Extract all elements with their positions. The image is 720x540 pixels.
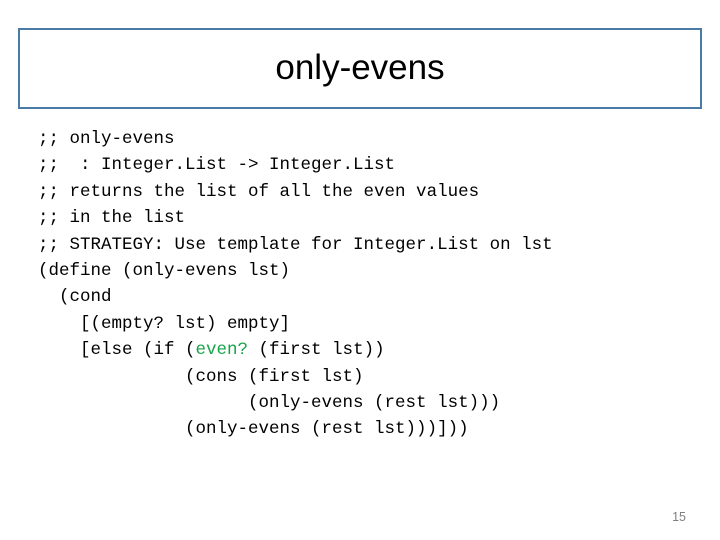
- page-title: only-evens: [275, 48, 445, 88]
- code-line: (only-evens (rest lst))): [38, 390, 698, 416]
- code-text: [else (if (: [38, 340, 196, 361]
- code-line: ;; only-evens: [38, 126, 698, 152]
- code-text: (only-evens (rest lst)))])): [38, 419, 469, 440]
- code-text: (first lst)): [248, 340, 385, 361]
- code-block: ;; only-evens ;; : Integer.List -> Intege…: [38, 126, 698, 443]
- code-text: (define (only-evens lst): [38, 261, 291, 282]
- code-text: [(empty? lst) empty]: [38, 313, 291, 334]
- code-line: (cond: [38, 284, 698, 310]
- code-line: ;; returns the list of all the even valu…: [38, 179, 698, 205]
- code-keyword-highlight: even?: [195, 340, 249, 361]
- title-box: only-evens: [18, 28, 702, 109]
- page-number: 15: [672, 510, 686, 524]
- code-line: [else (if (even? (first lst)): [38, 337, 698, 363]
- code-text: ;; STRATEGY: Use template for Integer.Li…: [38, 234, 553, 255]
- code-text: ;; : Integer.List -> Integer.List: [38, 155, 396, 176]
- code-line: [(empty? lst) empty]: [38, 311, 698, 337]
- code-line: (only-evens (rest lst)))])): [38, 416, 698, 442]
- code-text: ;; in the list: [38, 208, 186, 229]
- code-text: ;; returns the list of all the even valu…: [38, 181, 480, 202]
- code-line: ;; : Integer.List -> Integer.List: [38, 152, 698, 178]
- code-line: (define (only-evens lst): [38, 258, 698, 284]
- code-line: (cons (first lst): [38, 364, 698, 390]
- code-text: (cons (first lst): [38, 366, 364, 387]
- code-line: ;; in the list: [38, 205, 698, 231]
- code-text: (only-evens (rest lst))): [38, 393, 501, 414]
- code-text: (cond: [38, 287, 112, 308]
- slide: only-evens ;; only-evens ;; : Integer.Lis…: [0, 0, 720, 540]
- code-text: ;; only-evens: [38, 129, 175, 149]
- code-line: ;; STRATEGY: Use template for Integer.Li…: [38, 232, 698, 258]
